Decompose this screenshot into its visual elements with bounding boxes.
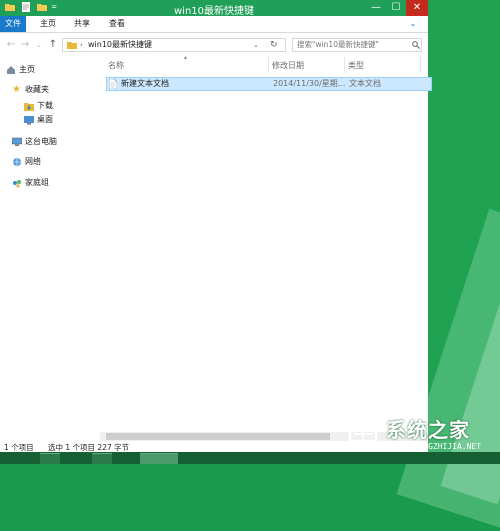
taskbar-app[interactable] bbox=[92, 453, 112, 464]
sidebar-item-desktop[interactable]: 桌面 bbox=[24, 113, 53, 127]
sort-arrow-icon: ▴ bbox=[184, 54, 188, 61]
column-divider[interactable] bbox=[344, 57, 345, 73]
column-divider[interactable] bbox=[268, 57, 269, 73]
sidebar-item-label: 桌面 bbox=[37, 115, 53, 124]
column-header-modified[interactable]: 修改日期 bbox=[272, 59, 304, 73]
scrollbar-thumb[interactable] bbox=[106, 433, 330, 440]
navigation-pane: 主页 ★ 收藏夹 下载 桌面 这台电脑 网络 家庭组 bbox=[0, 57, 100, 441]
sidebar-item-label: 网络 bbox=[25, 157, 41, 166]
sidebar-item-favorites[interactable]: ★ 收藏夹 bbox=[12, 83, 49, 97]
minimize-button[interactable]: — bbox=[368, 0, 384, 16]
table-row[interactable]: 新建文本文档 2014/11/30/星期... 文本文档 bbox=[106, 77, 432, 91]
file-modified: 2014/11/30/星期... bbox=[273, 79, 346, 88]
column-header-name[interactable]: 名称 bbox=[108, 59, 124, 73]
up-arrow-icon[interactable]: ↑ bbox=[46, 38, 60, 52]
sidebar-item-label: 下载 bbox=[37, 101, 53, 110]
explorer-window: = win10最新快捷键 — ☐ ✕ 文件 主页 共享 查看 ⌄ ← → ⌄ ↑… bbox=[0, 0, 432, 452]
address-box[interactable]: › win10最新快捷键 ⌄ ↻ bbox=[62, 38, 286, 52]
watermark-logo-icon bbox=[345, 415, 381, 443]
file-list: ▴ 名称 修改日期 类型 新建文本文档 2014/11/30/星期... 文本文… bbox=[100, 54, 432, 441]
breadcrumb-separator-icon: › bbox=[80, 41, 83, 49]
sidebar-item-label: 主页 bbox=[19, 65, 35, 74]
watermark-text: 系统之家 bbox=[386, 418, 470, 442]
search-input[interactable]: 搜索"win10最新快捷键" bbox=[292, 38, 422, 52]
folder-icon bbox=[67, 42, 77, 49]
file-type: 文本文档 bbox=[349, 79, 381, 88]
taskbar-app-active[interactable] bbox=[140, 453, 178, 464]
tab-share[interactable]: 共享 bbox=[70, 16, 94, 32]
tab-file[interactable]: 文件 bbox=[0, 16, 26, 32]
sidebar-item-homegroup[interactable]: 家庭组 bbox=[12, 176, 49, 190]
column-header-type[interactable]: 类型 bbox=[348, 59, 364, 73]
tab-view[interactable]: 查看 bbox=[105, 16, 129, 32]
window-title: win10最新快捷键 bbox=[173, 6, 255, 17]
breadcrumb[interactable]: win10最新快捷键 bbox=[88, 39, 152, 51]
watermark-url: XITONGZHIJIA.NET bbox=[404, 442, 482, 451]
refresh-icon[interactable]: ↻ bbox=[270, 39, 278, 51]
ribbon-expand-icon[interactable]: ⌄ bbox=[406, 16, 420, 32]
sidebar-item-network[interactable]: 网络 bbox=[12, 155, 41, 169]
title-bar: = win10最新快捷键 — ☐ ✕ bbox=[0, 0, 428, 17]
forward-arrow-icon[interactable]: → bbox=[18, 38, 32, 52]
maximize-button[interactable]: ☐ bbox=[388, 0, 404, 16]
home-icon bbox=[7, 65, 15, 74]
address-dropdown-icon[interactable]: ⌄ bbox=[253, 39, 259, 51]
sidebar-item-downloads[interactable]: 下载 bbox=[24, 99, 53, 113]
tab-home[interactable]: 主页 bbox=[36, 16, 60, 32]
download-folder-icon bbox=[24, 102, 34, 111]
sidebar-item-home[interactable]: 主页 bbox=[6, 63, 35, 77]
recent-chevron-icon[interactable]: ⌄ bbox=[32, 38, 46, 52]
back-arrow-icon[interactable]: ← bbox=[4, 38, 18, 52]
sidebar-item-label: 收藏夹 bbox=[25, 85, 49, 94]
close-button[interactable]: ✕ bbox=[406, 0, 428, 16]
network-icon bbox=[13, 157, 21, 166]
navigation-bar: ← → ⌄ ↑ › win10最新快捷键 ⌄ ↻ 搜索"win10最新快捷键" bbox=[0, 33, 428, 57]
sidebar-item-label: 家庭组 bbox=[25, 178, 49, 187]
sidebar-item-this-pc[interactable]: 这台电脑 bbox=[12, 135, 57, 149]
file-name: 新建文本文档 bbox=[121, 79, 169, 88]
desktop-icon bbox=[24, 115, 34, 124]
sidebar-item-label: 这台电脑 bbox=[25, 137, 57, 146]
column-divider[interactable] bbox=[420, 57, 421, 73]
ribbon-tabs: 文件 主页 共享 查看 ⌄ bbox=[0, 16, 428, 33]
homegroup-icon bbox=[13, 179, 21, 188]
computer-icon bbox=[12, 137, 22, 146]
watermark: 系统之家 XITONGZHIJIA.NET bbox=[338, 410, 498, 460]
taskbar-app[interactable] bbox=[40, 453, 60, 464]
search-icon[interactable] bbox=[412, 41, 420, 49]
text-file-icon bbox=[109, 79, 117, 89]
star-icon: ★ bbox=[12, 83, 21, 95]
